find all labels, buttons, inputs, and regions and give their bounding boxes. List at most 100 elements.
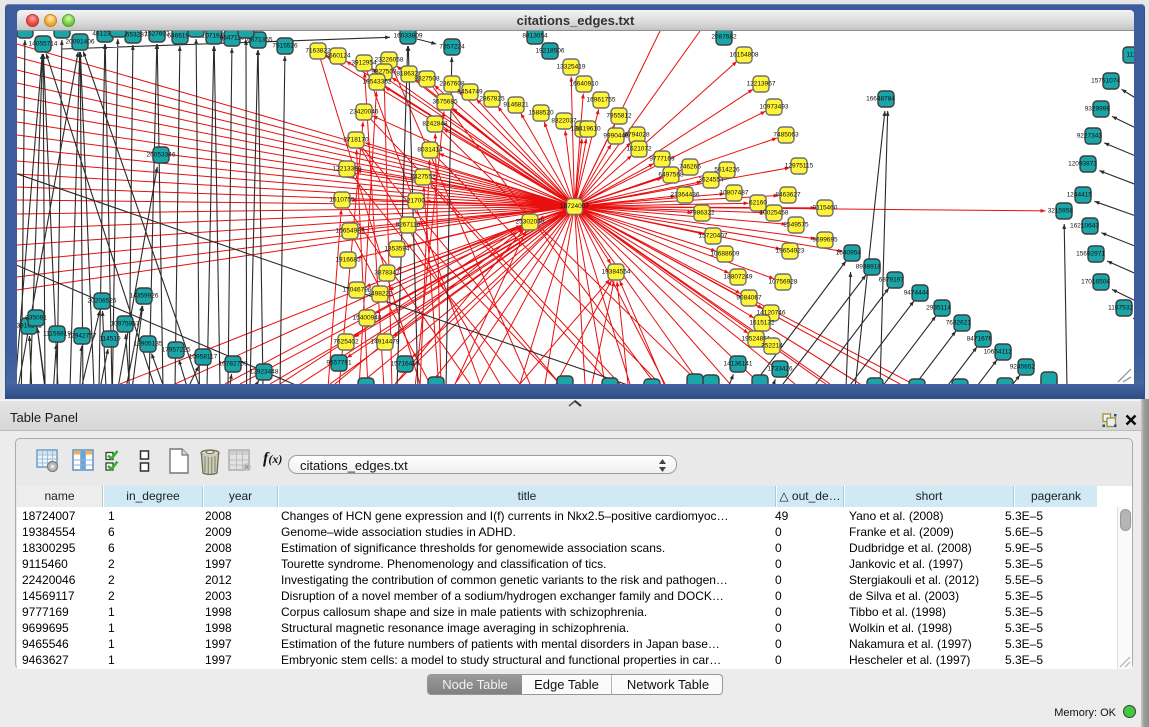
svg-text:12942757: 12942757 (68, 333, 97, 340)
svg-text:20091406: 20091406 (66, 39, 95, 46)
svg-text:25302035: 25302035 (516, 219, 545, 226)
svg-text:14914479: 14914479 (371, 339, 400, 346)
svg-text:12975115: 12975115 (785, 163, 814, 170)
svg-text:2549575: 2549575 (783, 222, 809, 229)
svg-text:10688609: 10688609 (711, 251, 740, 258)
svg-text:7625402: 7625402 (333, 339, 359, 346)
svg-text:252214: 252214 (761, 343, 783, 350)
svg-text:20206526: 20206526 (88, 298, 117, 305)
svg-text:835061: 835061 (25, 315, 47, 322)
svg-text:2087682: 2087682 (711, 34, 737, 41)
svg-text:6879197: 6879197 (879, 277, 905, 284)
svg-text:10756928: 10756928 (769, 279, 798, 286)
svg-text:14055714: 14055714 (29, 41, 58, 48)
svg-text:10654112: 10654112 (984, 349, 1013, 356)
svg-text:10654982: 10654982 (336, 228, 365, 235)
svg-text:8242848: 8242848 (422, 121, 448, 128)
svg-text:18807249: 18807249 (724, 274, 753, 281)
svg-text:16033809: 16033809 (394, 33, 423, 40)
svg-text:1610755: 1610755 (329, 197, 355, 204)
svg-text:10807487: 10807487 (720, 190, 749, 197)
svg-text:2867825: 2867825 (479, 96, 505, 103)
svg-text:23420046: 23420046 (350, 109, 379, 116)
svg-text:9657791: 9657791 (326, 360, 352, 367)
svg-text:16961755: 16961755 (587, 97, 616, 104)
svg-text:1419610: 1419610 (575, 126, 601, 133)
svg-text:1244415: 1244415 (1067, 192, 1093, 199)
svg-text:3912954: 3912954 (351, 60, 377, 67)
svg-text:1733426: 1733426 (767, 366, 793, 373)
svg-text:9115460: 9115460 (813, 205, 838, 212)
svg-text:19218506: 19218506 (536, 48, 565, 55)
svg-text:12905135: 12905135 (134, 341, 163, 348)
svg-text:12923448: 12923448 (250, 369, 279, 376)
svg-text:16154808: 16154808 (730, 52, 759, 59)
svg-text:1353594: 1353594 (384, 246, 410, 253)
svg-text:8660124: 8660124 (325, 53, 351, 60)
svg-text:6794028: 6794028 (624, 132, 650, 139)
svg-text:9699695: 9699695 (812, 237, 838, 244)
svg-text:12213967: 12213967 (747, 81, 776, 88)
svg-text:9777169: 9777169 (649, 156, 675, 163)
svg-text:15716485: 15716485 (391, 361, 420, 368)
svg-text:8267110: 8267110 (396, 222, 421, 229)
svg-text:12213369: 12213369 (333, 166, 362, 173)
svg-text:9245652: 9245652 (1010, 364, 1036, 371)
svg-text:62160: 62160 (749, 200, 767, 207)
svg-text:7632621: 7632621 (946, 320, 972, 327)
svg-text:8427552: 8427552 (410, 174, 436, 181)
svg-text:1527602: 1527602 (144, 31, 170, 38)
svg-text:8322037: 8322037 (551, 118, 577, 125)
svg-text:9474444: 9474444 (904, 290, 930, 297)
svg-text:19384554: 19384554 (602, 269, 631, 276)
svg-text:10973493: 10973493 (760, 104, 789, 111)
svg-text:9227343: 9227343 (1077, 133, 1103, 140)
svg-text:23226058: 23226058 (375, 57, 404, 64)
svg-text:7986322: 7986322 (689, 210, 715, 217)
svg-text:7485063: 7485063 (773, 132, 799, 139)
svg-text:15720407: 15720407 (699, 233, 728, 240)
svg-text:1588520: 1588520 (528, 110, 554, 117)
svg-text:3675685: 3675685 (432, 99, 458, 106)
svg-text:2718170: 2718170 (343, 137, 369, 144)
svg-text:14359926: 14359926 (130, 293, 159, 300)
svg-text:17957225: 17957225 (162, 347, 191, 354)
svg-text:9146821: 9146821 (503, 102, 529, 109)
svg-text:17016504: 17016504 (1081, 279, 1110, 286)
svg-text:26053346: 26053346 (147, 152, 176, 159)
svg-text:18724007: 18724007 (560, 203, 589, 210)
svg-text:19654923: 19654923 (776, 248, 805, 255)
svg-text:15751074: 15751074 (1091, 78, 1120, 85)
svg-text:1615132: 1615132 (749, 320, 775, 327)
svg-text:9084067: 9084067 (736, 295, 762, 302)
svg-text:8471676: 8471676 (967, 336, 993, 343)
svg-text:16210643: 16210643 (1070, 223, 1099, 230)
svg-text:21700: 21700 (407, 198, 425, 205)
svg-text:1117: 1117 (1127, 52, 1135, 59)
svg-text:8463627: 8463627 (775, 192, 801, 199)
svg-text:1640954: 1640954 (836, 250, 862, 257)
svg-text:5614226: 5614226 (714, 167, 740, 174)
svg-text:3878342: 3878342 (374, 270, 400, 277)
svg-text:15400948: 15400948 (353, 315, 382, 322)
svg-text:15692971: 15692971 (1076, 251, 1105, 258)
svg-text:8454749: 8454749 (457, 89, 483, 96)
svg-text:2935114: 2935114 (926, 305, 951, 312)
svg-text:7357224: 7357224 (439, 44, 465, 51)
svg-text:114519: 114519 (99, 336, 121, 343)
svg-text:746266: 746266 (679, 164, 701, 171)
svg-text:1621072: 1621072 (626, 146, 652, 153)
svg-text:12093873: 12093873 (1068, 161, 1097, 168)
svg-text:10975857: 10975857 (111, 321, 140, 328)
svg-text:9327508: 9327508 (414, 76, 440, 83)
svg-text:14136141: 14136141 (724, 361, 753, 368)
svg-text:1916685: 1916685 (335, 257, 361, 264)
svg-text:6497568: 6497568 (658, 172, 684, 179)
svg-text:9329996: 9329996 (1085, 106, 1111, 113)
svg-text:8813054: 8813054 (522, 33, 548, 40)
svg-text:10958117: 10958117 (189, 354, 218, 361)
svg-text:3498222: 3498222 (367, 291, 393, 298)
svg-text:7515526: 7515526 (272, 43, 298, 50)
svg-text:16782759: 16782759 (219, 361, 248, 368)
svg-text:21364436: 21364436 (671, 192, 700, 199)
